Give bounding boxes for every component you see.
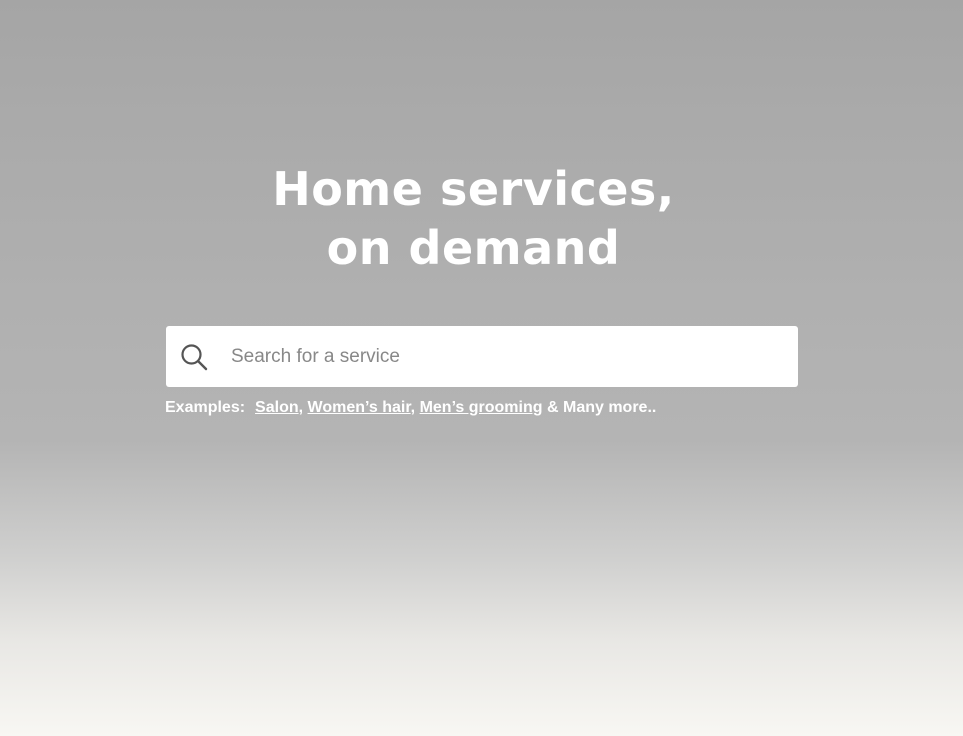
hero-section: Home services, on demand Examples: Salon,… <box>0 0 963 736</box>
example-separator: , <box>298 399 304 416</box>
examples-row: Examples: Salon, Women’s hair, Men’s groo… <box>165 397 656 419</box>
example-link-womens-hair[interactable]: Women’s hair <box>308 399 411 416</box>
headline-line-1: Home services, <box>272 162 675 216</box>
examples-label: Examples: <box>165 399 246 416</box>
example-separator: , <box>410 399 416 416</box>
examples-trailing-text: & Many more.. <box>546 399 657 416</box>
search-icon <box>180 343 208 371</box>
search-input[interactable] <box>231 326 781 387</box>
page-title: Home services, on demand <box>0 160 947 278</box>
example-link-mens-grooming[interactable]: Men’s grooming <box>420 399 543 416</box>
search-bar[interactable] <box>166 326 798 387</box>
headline-line-2: on demand <box>326 221 621 275</box>
example-link-salon[interactable]: Salon <box>255 399 299 416</box>
